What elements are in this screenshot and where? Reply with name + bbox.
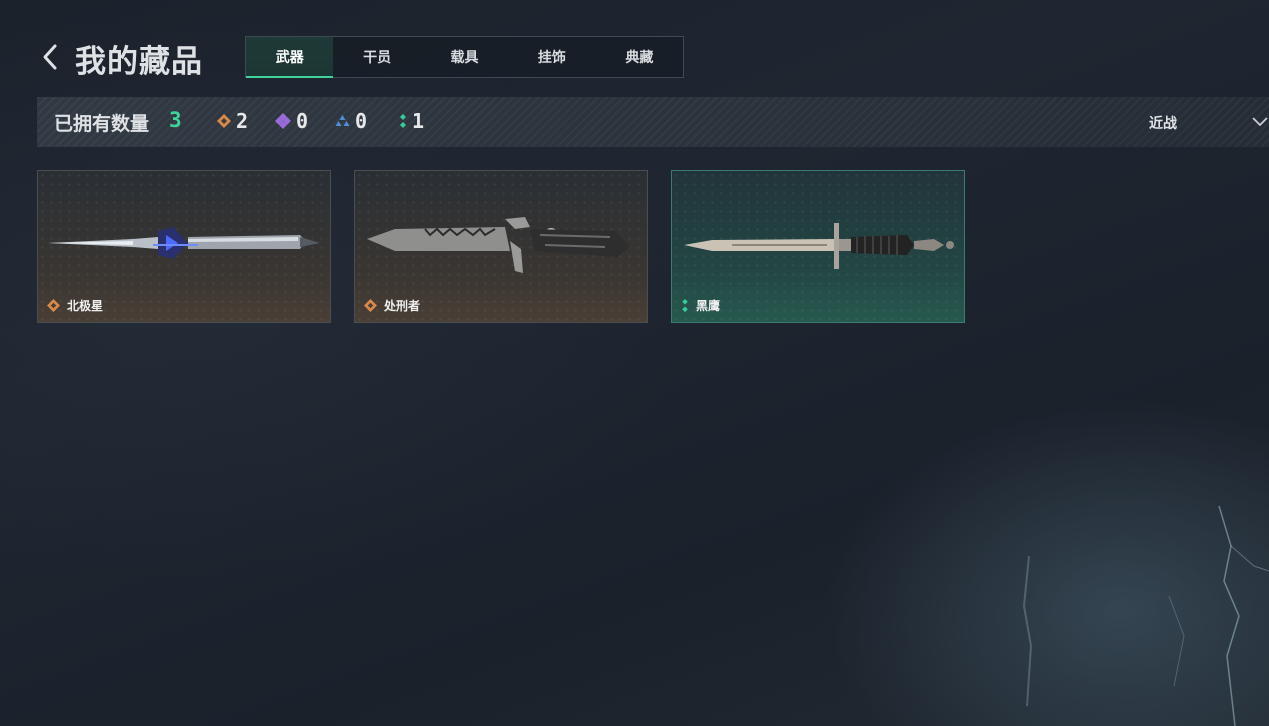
blue-triangle-icon: [335, 115, 350, 126]
rarity-count: 1: [412, 109, 425, 133]
tab-operators[interactable]: 干员: [333, 37, 420, 77]
card-footer: 处刑者: [364, 297, 420, 314]
rarity-count: 0: [296, 109, 309, 133]
rarity-count: 2: [236, 109, 249, 133]
category-filter-select[interactable]: 近战: [1099, 97, 1269, 147]
filter-selected-value: 近战: [1149, 116, 1177, 132]
rarity-stat-green: 1: [399, 109, 424, 133]
tab-charms[interactable]: 挂饰: [508, 37, 595, 77]
weapon-card-polaris[interactable]: 北极星: [37, 170, 331, 323]
weapon-card-executioner[interactable]: 处刑者: [354, 170, 648, 323]
page-title: 我的藏品: [75, 44, 203, 80]
tab-vehicles[interactable]: 载具: [421, 37, 508, 77]
purple-diamond-icon: [275, 113, 291, 129]
weapon-name: 黑鹰: [696, 299, 721, 313]
orange-diamond-icon: [47, 299, 60, 312]
owned-label: 已拥有数量: [54, 113, 150, 135]
green-dots-icon: [682, 298, 688, 313]
rarity-stat-blue: 0: [335, 109, 367, 133]
back-arrow-icon[interactable]: [38, 40, 62, 74]
card-footer: 北极星: [47, 297, 103, 314]
weapon-card-blackhawk[interactable]: 黑鹰: [671, 170, 965, 323]
rarity-stat-purple: 0: [275, 109, 308, 133]
summary-bar: 已拥有数量 3 2 0 0 1 近战: [37, 97, 1269, 147]
orange-diamond-icon: [217, 114, 231, 128]
weapon-name: 处刑者: [384, 299, 421, 313]
chevron-down-icon: [1252, 117, 1268, 127]
weapon-name: 北极星: [67, 299, 104, 313]
tab-collection[interactable]: 典藏: [596, 37, 683, 77]
executioner-knife-image: [367, 217, 630, 273]
rarity-stat-orange: 2: [217, 109, 248, 133]
blackhawk-knife-image: [684, 223, 954, 269]
card-footer: 黑鹰: [681, 297, 720, 314]
orange-diamond-icon: [364, 299, 377, 312]
polaris-knife-image: [48, 227, 320, 259]
green-dots-icon: [400, 114, 406, 128]
lightning-decoration: [1022, 505, 1269, 726]
category-tabs: 武器 干员 载具 挂饰 典藏: [245, 36, 684, 78]
tab-weapons[interactable]: 武器: [246, 37, 334, 78]
rarity-count: 0: [355, 109, 368, 133]
owned-count: 3: [169, 108, 182, 132]
